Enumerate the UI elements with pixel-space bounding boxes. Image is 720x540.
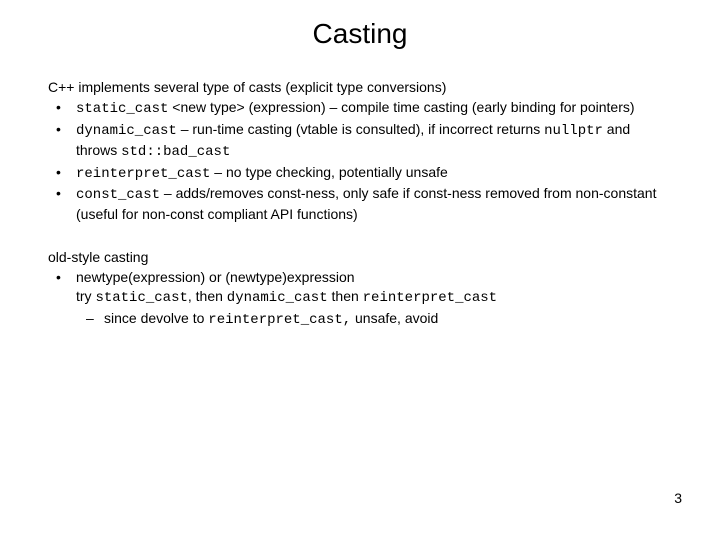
code-static-cast: static_cast <box>95 290 187 306</box>
text: then <box>328 288 363 304</box>
code-reinterpret-cast: reinterpret_cast, <box>208 312 351 328</box>
intro-text: C++ implements several type of casts (ex… <box>48 78 672 97</box>
cast-list: static_cast <new type> (expression) – co… <box>48 98 672 224</box>
list-item: const_cast – adds/removes const-ness, on… <box>48 184 672 224</box>
text: unsafe, avoid <box>351 310 438 326</box>
main-section: C++ implements several type of casts (ex… <box>48 78 672 224</box>
text: – run-time casting (vtable is consulted)… <box>177 121 544 137</box>
text: , then <box>188 288 227 304</box>
list-item: reinterpret_cast – no type checking, pot… <box>48 163 672 184</box>
code-bad-cast: std::bad_cast <box>121 144 230 160</box>
old-style-heading: old-style casting <box>48 248 672 267</box>
old-style-section: old-style casting newtype(expression) or… <box>48 248 672 330</box>
text: newtype(expression) or (newtype)expressi… <box>76 269 355 285</box>
code-nullptr: nullptr <box>544 123 603 139</box>
text: try <box>76 288 95 304</box>
code-reinterpret-cast: reinterpret_cast <box>363 290 497 306</box>
code-dynamic-cast: dynamic_cast <box>76 123 177 139</box>
sub-list: since devolve to reinterpret_cast, unsaf… <box>76 309 672 330</box>
list-item: static_cast <new type> (expression) – co… <box>48 98 672 119</box>
code-const-cast: const_cast <box>76 187 160 203</box>
code-reinterpret-cast: reinterpret_cast <box>76 166 210 182</box>
page-number: 3 <box>674 490 682 506</box>
old-style-list: newtype(expression) or (newtype)expressi… <box>48 268 672 330</box>
code-dynamic-cast: dynamic_cast <box>227 290 328 306</box>
code-static-cast: static_cast <box>76 101 168 117</box>
text: <new type> (expression) – compile time c… <box>168 99 634 115</box>
text: – no type checking, potentially unsafe <box>210 164 447 180</box>
text: – adds/removes const-ness, only safe if … <box>76 185 656 222</box>
slide-title: Casting <box>48 18 672 50</box>
list-item: dynamic_cast – run-time casting (vtable … <box>48 120 672 162</box>
text: since devolve to <box>104 310 208 326</box>
sub-list-item: since devolve to reinterpret_cast, unsaf… <box>76 309 672 330</box>
list-item: newtype(expression) or (newtype)expressi… <box>48 268 672 330</box>
